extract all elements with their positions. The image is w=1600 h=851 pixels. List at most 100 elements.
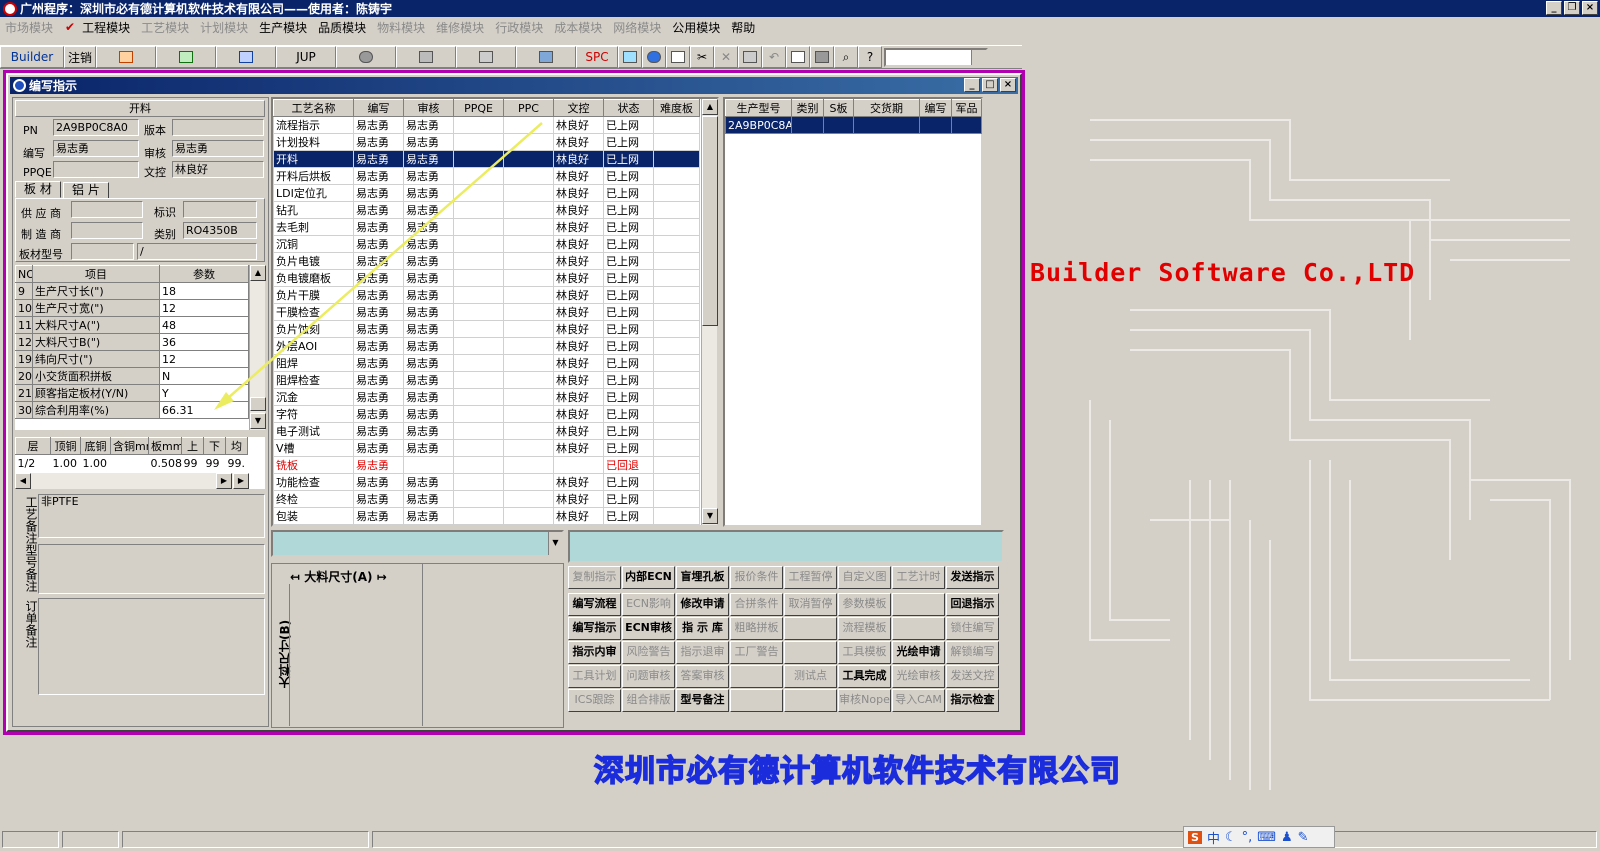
process-cell[interactable]: 易志勇 xyxy=(403,371,454,389)
params-row[interactable]: 30 综合利用率(%) 66.31 xyxy=(15,401,249,419)
process-cell[interactable]: 易志勇 xyxy=(353,303,404,321)
process-cell[interactable]: 林良好 xyxy=(553,286,604,304)
undo-tool[interactable]: ↶ xyxy=(762,46,786,68)
params-cell[interactable]: 综合利用率(%) xyxy=(32,401,160,419)
process-cell[interactable] xyxy=(553,456,604,474)
action-button[interactable]: 编写流程 xyxy=(568,593,621,616)
process-cell[interactable] xyxy=(653,388,700,406)
process-cell[interactable] xyxy=(653,473,700,491)
action-button[interactable]: 工具计划 xyxy=(568,665,621,688)
process-cell[interactable]: 林良好 xyxy=(553,320,604,338)
process-scroll-down-icon[interactable]: ▼ xyxy=(702,508,718,524)
params-cell[interactable]: 11 xyxy=(15,316,33,334)
logout-button[interactable]: 注销 xyxy=(64,46,96,68)
params-cell[interactable]: 12 xyxy=(159,350,249,368)
params-cell[interactable]: 12 xyxy=(159,299,249,317)
toolbar-dropdown[interactable] xyxy=(884,47,988,67)
params-row[interactable]: 9 生产尺寸长(") 18 xyxy=(15,282,249,300)
menu-item[interactable]: 网络模块 xyxy=(608,19,667,36)
process-cell[interactable]: 计划投料 xyxy=(273,133,354,151)
params-scrollbar[interactable]: ▲ ▼ xyxy=(249,265,266,430)
menu-item[interactable]: 成本模块 xyxy=(549,19,608,36)
process-cell[interactable]: 已上网 xyxy=(603,303,654,321)
board-model-field-2[interactable]: / xyxy=(137,243,257,260)
process-cell[interactable]: 林良好 xyxy=(553,303,604,321)
process-cell[interactable] xyxy=(453,337,504,355)
process-cell[interactable]: 已上网 xyxy=(603,388,654,406)
menu-item[interactable]: 物料模块 xyxy=(372,19,431,36)
writer-field[interactable]: 易志勇 xyxy=(53,140,139,157)
action-button[interactable]: 光绘申请 xyxy=(892,641,945,664)
process-cell[interactable]: 易志勇 xyxy=(353,150,404,168)
layers-header[interactable]: 下 xyxy=(203,437,226,455)
process-cell[interactable]: 易志勇 xyxy=(353,235,404,253)
process-cell[interactable] xyxy=(453,422,504,440)
process-cell[interactable]: 易志勇 xyxy=(403,405,454,423)
process-cell[interactable] xyxy=(503,507,554,525)
process-row[interactable]: 计划投料 易志勇 易志勇 林良好 已上网 xyxy=(273,133,700,151)
window-minimize-button[interactable]: _ xyxy=(964,78,980,92)
board-model-field[interactable] xyxy=(71,243,134,260)
process-cell[interactable] xyxy=(653,167,700,185)
process-row[interactable]: 外层AOI 易志勇 易志勇 林良好 已上网 xyxy=(273,337,700,355)
process-header[interactable]: PPQE xyxy=(453,99,504,117)
layers-cell[interactable]: 0.508 xyxy=(149,455,182,472)
process-scroll-thumb[interactable] xyxy=(702,116,718,326)
process-row[interactable]: 字符 易志勇 易志勇 林良好 已上网 xyxy=(273,405,700,423)
process-cell[interactable]: 已上网 xyxy=(603,337,654,355)
process-cell[interactable] xyxy=(653,218,700,236)
process-cell[interactable]: 易志勇 xyxy=(403,422,454,440)
process-cell[interactable] xyxy=(453,490,504,508)
process-cell[interactable]: 流程指示 xyxy=(273,116,354,134)
process-cell[interactable]: 负片蚀刻 xyxy=(273,320,354,338)
process-cell[interactable] xyxy=(503,320,554,338)
process-cell[interactable] xyxy=(653,116,700,134)
process-cell[interactable]: 易志勇 xyxy=(403,184,454,202)
doc-control-field[interactable]: 林良好 xyxy=(172,161,264,178)
process-cell[interactable]: 易志勇 xyxy=(353,422,404,440)
action-button[interactable]: 复制指示 xyxy=(568,566,621,589)
params-cell[interactable]: 18 xyxy=(159,282,249,300)
process-row[interactable]: 负电镀磨板 易志勇 易志勇 林良好 已上网 xyxy=(273,269,700,287)
ppqe-field[interactable] xyxy=(53,161,139,178)
process-cell[interactable] xyxy=(653,235,700,253)
model-header[interactable]: 交货期 xyxy=(853,99,920,117)
action-button[interactable]: 工厂警告 xyxy=(730,641,783,664)
params-header[interactable]: NO xyxy=(15,265,33,283)
process-cell[interactable]: LDI定位孔 xyxy=(273,184,354,202)
process-header[interactable]: 状态 xyxy=(603,99,654,117)
process-cell[interactable]: 已回退 xyxy=(603,456,654,474)
process-cell[interactable]: 易志勇 xyxy=(403,150,454,168)
process-cell[interactable]: 去毛刺 xyxy=(273,218,354,236)
process-cell[interactable]: 易志勇 xyxy=(403,388,454,406)
process-cell[interactable]: 已上网 xyxy=(603,167,654,185)
process-cell[interactable]: 林良好 xyxy=(553,371,604,389)
find-tool[interactable]: ⌕ xyxy=(834,46,858,68)
process-cell[interactable]: 易志勇 xyxy=(353,201,404,219)
spc-button[interactable]: SPC xyxy=(576,46,618,68)
process-cell[interactable]: 林良好 xyxy=(553,150,604,168)
process-cell[interactable]: 易志勇 xyxy=(353,320,404,338)
process-cell[interactable]: 已上网 xyxy=(603,473,654,491)
process-cell[interactable] xyxy=(653,456,700,474)
process-cell[interactable]: 易志勇 xyxy=(403,507,454,525)
params-row[interactable]: 19 纬向尺寸(") 12 xyxy=(15,350,249,368)
scroll-right-arrow-icon[interactable]: ▶ xyxy=(216,473,232,489)
process-cell[interactable]: 电子测试 xyxy=(273,422,354,440)
view-tool[interactable] xyxy=(336,46,396,68)
model-header[interactable]: 军品 xyxy=(951,99,982,117)
process-cell[interactable] xyxy=(453,507,504,525)
layers-header[interactable]: 板mm xyxy=(148,437,182,455)
process-cell[interactable] xyxy=(453,303,504,321)
process-cell[interactable] xyxy=(653,490,700,508)
process-cell[interactable] xyxy=(653,337,700,355)
process-cell[interactable] xyxy=(653,286,700,304)
menu-item[interactable]: 计划模块 xyxy=(195,19,254,36)
process-cell[interactable] xyxy=(503,133,554,151)
model-row[interactable]: 2A9BP0C8A0 xyxy=(725,116,982,134)
process-cell[interactable]: 易志勇 xyxy=(403,167,454,185)
process-cell[interactable]: 负电镀磨板 xyxy=(273,269,354,287)
action-button[interactable]: 工程暂停 xyxy=(784,566,837,589)
process-row[interactable]: 干膜检查 易志勇 易志勇 林良好 已上网 xyxy=(273,303,700,321)
menu-item[interactable]: 生产模块 xyxy=(254,19,313,36)
